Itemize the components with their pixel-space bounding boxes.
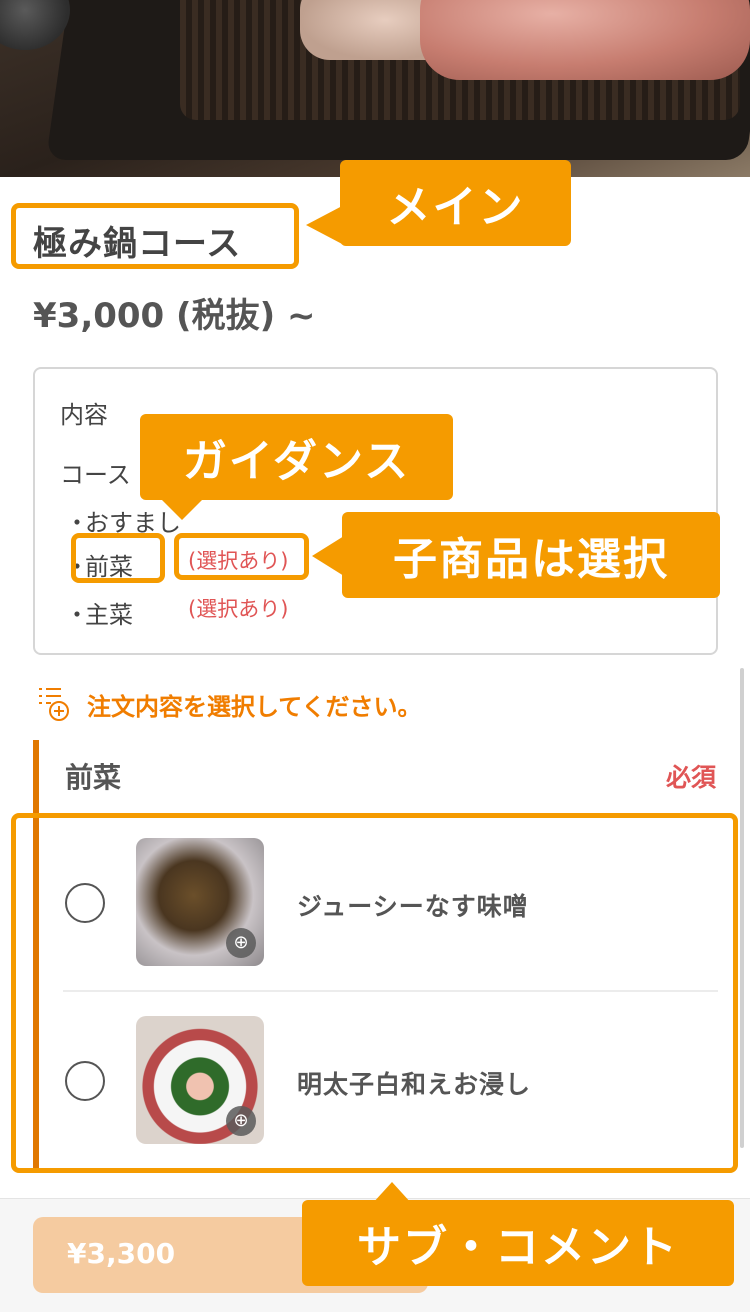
contents-course-label: コース <box>60 461 131 489</box>
callout-pointer <box>160 498 204 520</box>
course-contents-box: 内容 コース ・おすまし ・前菜 (選択あり) ・主菜 (選択あり) <box>33 367 718 655</box>
highlight-child-item <box>71 533 165 583</box>
highlight-options <box>11 813 738 1173</box>
callout-main: メイン <box>340 160 571 246</box>
product-price: ¥3,000 (税抜) ~ <box>33 296 316 336</box>
callout-sub-comment: サブ・コメント <box>302 1200 734 1286</box>
list-add-icon <box>39 688 69 721</box>
callout-pointer <box>306 205 344 245</box>
highlight-title <box>11 203 299 269</box>
scrollbar[interactable] <box>740 668 744 1148</box>
section-title: 前菜 <box>65 761 122 794</box>
callout-guidance: ガイダンス <box>140 414 453 500</box>
contents-item: ・主菜 <box>65 601 133 629</box>
required-badge: 必須 <box>665 763 716 792</box>
callout-child-selection: 子商品は選択 <box>342 512 720 598</box>
guidance-text: 注文内容を選択してください。 <box>87 692 422 721</box>
order-guidance: 注文内容を選択してください。 <box>37 686 422 722</box>
cart-total: ¥3,300 <box>67 1237 176 1270</box>
hero-cup <box>0 0 70 50</box>
hero-food-2 <box>420 0 750 80</box>
callout-pointer <box>312 536 344 576</box>
contents-heading: 内容 <box>60 401 108 429</box>
hero-image <box>0 0 750 177</box>
selectable-badge: (選択あり) <box>188 597 289 621</box>
highlight-selectable <box>174 533 309 580</box>
